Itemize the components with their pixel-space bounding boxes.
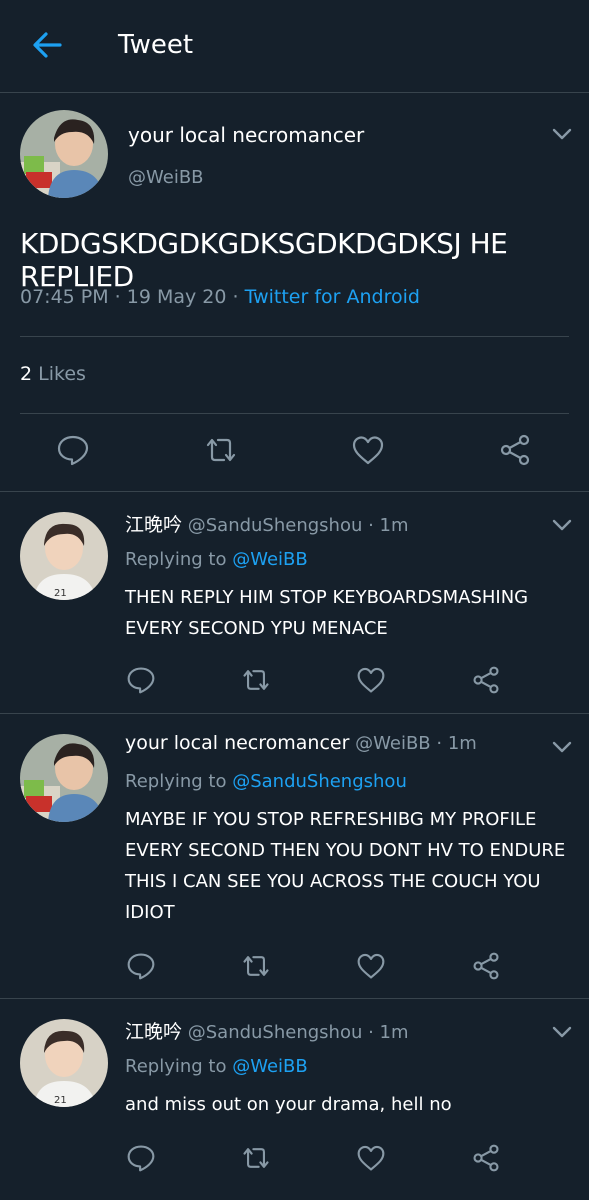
- tweet-timestamp: 07:45 PM · 19 May 20 ·: [20, 286, 245, 308]
- avatar[interactable]: [20, 110, 108, 198]
- replying-to-handle[interactable]: @SanduShengshou: [232, 771, 407, 792]
- avatar[interactable]: [20, 734, 108, 822]
- reply-tweet[interactable]: 21 江晚吟 @SanduShengshou · 1m Replying to …: [0, 999, 589, 1200]
- replying-to: Replying to @SanduShengshou: [125, 771, 407, 792]
- tweet-source-link[interactable]: Twitter for Android: [245, 286, 420, 308]
- avatar[interactable]: 21: [20, 512, 108, 600]
- author-name[interactable]: 江晚吟: [125, 514, 182, 536]
- reply-actions: [0, 951, 589, 985]
- author-name[interactable]: your local necromancer: [125, 732, 349, 754]
- avatar[interactable]: 21: [20, 1019, 108, 1107]
- heart-icon[interactable]: [356, 951, 386, 981]
- divider: [20, 336, 569, 337]
- reply-text: MAYBE IF YOU STOP REFRESHIBG MY PROFILE …: [125, 809, 566, 923]
- heart-icon[interactable]: [351, 433, 385, 467]
- author-handle[interactable]: @WeiBB: [128, 167, 204, 188]
- replying-to-handle[interactable]: @WeiBB: [232, 1056, 308, 1077]
- replying-to: Replying to @WeiBB: [125, 1056, 308, 1077]
- comment-icon[interactable]: [56, 433, 90, 467]
- share-icon[interactable]: [471, 951, 501, 981]
- reply-header: 江晚吟 @SanduShengshou · 1m: [125, 1017, 409, 1044]
- share-icon[interactable]: [498, 433, 532, 467]
- replying-to: Replying to @WeiBB: [125, 549, 308, 570]
- chevron-down-icon[interactable]: [552, 518, 572, 532]
- arrow-left-icon[interactable]: [30, 28, 64, 62]
- comment-icon[interactable]: [126, 951, 156, 981]
- reply-header: your local necromancer @WeiBB · 1m: [125, 732, 477, 754]
- likes-count[interactable]: 2 Likes: [20, 363, 86, 385]
- divider: [20, 413, 569, 414]
- reply-tweet[interactable]: your local necromancer @WeiBB · 1m Reply…: [0, 714, 589, 999]
- share-icon[interactable]: [471, 665, 501, 695]
- author-meta: @SanduShengshou · 1m: [182, 1022, 409, 1043]
- retweet-icon[interactable]: [241, 1143, 271, 1173]
- reply-actions: [0, 665, 589, 699]
- heart-icon[interactable]: [356, 1143, 386, 1173]
- comment-icon[interactable]: [126, 1143, 156, 1173]
- tweet-actions: [0, 431, 589, 471]
- replying-to-label: Replying to: [125, 771, 233, 792]
- chevron-down-icon[interactable]: [552, 740, 572, 754]
- author-meta: @SanduShengshou · 1m: [182, 515, 409, 536]
- retweet-icon[interactable]: [241, 951, 271, 981]
- likes-number: 2: [20, 363, 33, 385]
- reply-text: THEN REPLY HIM STOP KEYBOARDSMASHING EVE…: [125, 587, 529, 639]
- replying-to-label: Replying to: [125, 549, 233, 570]
- retweet-icon[interactable]: [241, 665, 271, 695]
- author-name[interactable]: your local necromancer: [128, 123, 364, 147]
- author-name[interactable]: 江晚吟: [125, 1021, 182, 1043]
- heart-icon[interactable]: [356, 665, 386, 695]
- tweet-meta: 07:45 PM · 19 May 20 · Twitter for Andro…: [20, 286, 420, 308]
- reply-text: and miss out on your drama, hell no: [125, 1094, 452, 1115]
- chevron-down-icon[interactable]: [552, 1025, 572, 1039]
- replying-to-label: Replying to: [125, 1056, 233, 1077]
- tweet-text: KDDGSKDGDKGDKSGDKDGDKSJ HE REPLIED: [20, 227, 508, 293]
- likes-label: Likes: [32, 363, 86, 385]
- reply-actions: [0, 1143, 589, 1177]
- retweet-icon[interactable]: [204, 433, 238, 467]
- replying-to-handle[interactable]: @WeiBB: [232, 549, 308, 570]
- svg-text:21: 21: [54, 1095, 67, 1106]
- svg-text:21: 21: [54, 588, 67, 599]
- author-meta: @WeiBB · 1m: [349, 733, 477, 754]
- top-bar: Tweet: [0, 0, 589, 93]
- reply-tweet[interactable]: 21 江晚吟 @SanduShengshou · 1m Replying to …: [0, 492, 589, 714]
- page-title: Tweet: [118, 30, 194, 60]
- main-tweet: your local necromancer @WeiBB KDDGSKDGDK…: [0, 93, 589, 492]
- chevron-down-icon[interactable]: [552, 127, 572, 141]
- share-icon[interactable]: [471, 1143, 501, 1173]
- comment-icon[interactable]: [126, 665, 156, 695]
- reply-header: 江晚吟 @SanduShengshou · 1m: [125, 510, 409, 537]
